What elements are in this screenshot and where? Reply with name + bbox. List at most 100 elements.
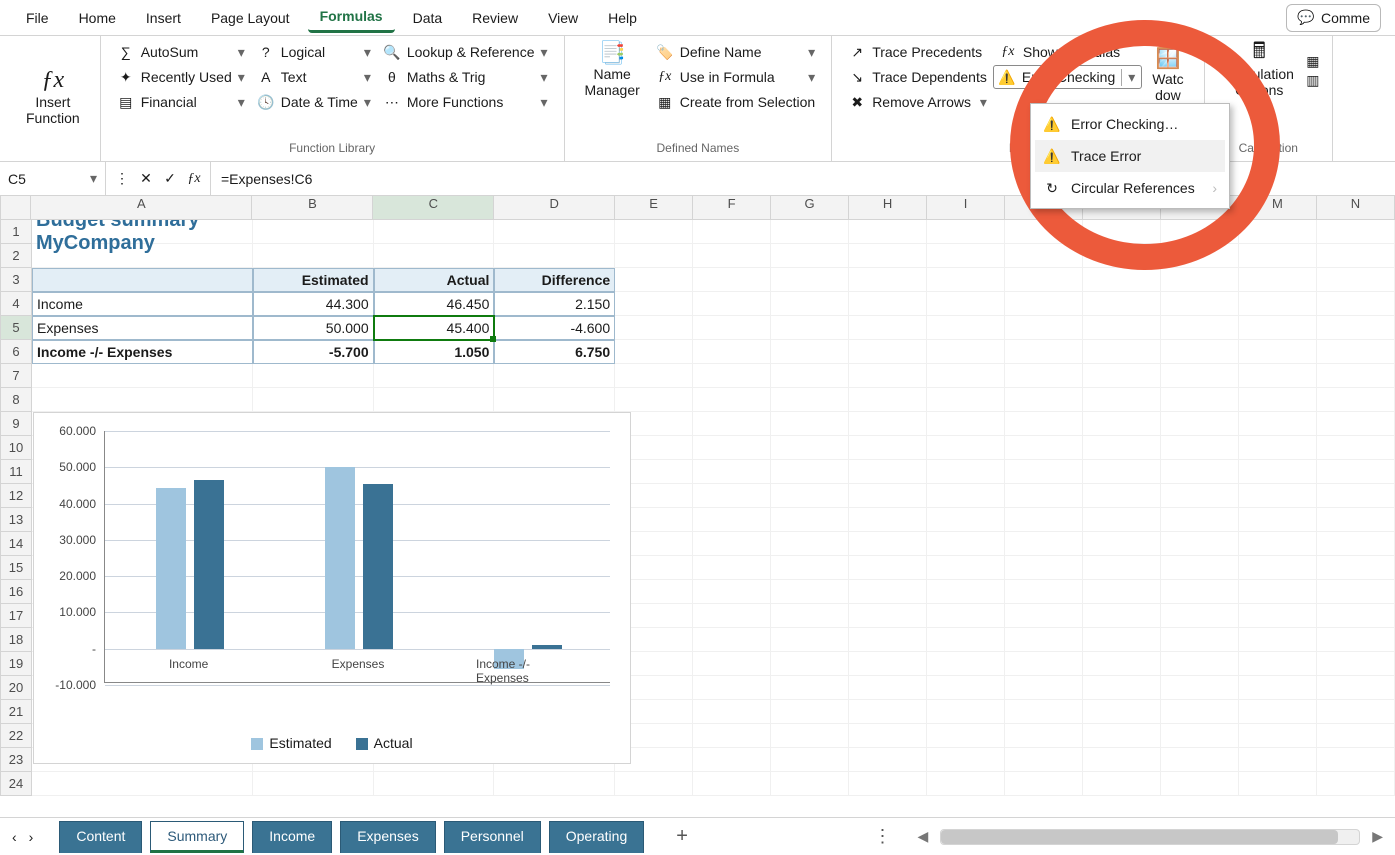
cell-J6[interactable] [1005,340,1083,364]
cell-N11[interactable] [1317,460,1395,484]
menu-tab-file[interactable]: File [14,4,61,32]
cell-G19[interactable] [771,652,849,676]
row-header-11[interactable]: 11 [0,460,32,484]
cell-H18[interactable] [849,628,927,652]
cell-G9[interactable] [771,412,849,436]
cell-K24[interactable] [1083,772,1161,796]
cell-A3[interactable] [32,268,253,292]
cell-N6[interactable] [1317,340,1395,364]
row-header-22[interactable]: 22 [0,724,32,748]
cell-J9[interactable] [1005,412,1083,436]
cell-M13[interactable] [1239,508,1317,532]
cell-H2[interactable] [849,244,927,268]
cell-B5[interactable]: 50.000 [253,316,374,340]
new-sheet-button[interactable]: + [676,825,688,848]
cell-I2[interactable] [927,244,1005,268]
cell-J14[interactable] [1005,532,1083,556]
cell-L5[interactable] [1161,316,1239,340]
cell-H12[interactable] [849,484,927,508]
cell-K9[interactable] [1083,412,1161,436]
calc-now-icon[interactable]: ▦ [1304,53,1322,71]
cell-F6[interactable] [693,340,771,364]
row-header-16[interactable]: 16 [0,580,32,604]
cell-G8[interactable] [771,388,849,412]
cell-H7[interactable] [849,364,927,388]
col-header-G[interactable]: G [771,196,849,220]
remove-arrows-button[interactable]: ✖Remove Arrows▾ [842,90,993,114]
cell-N22[interactable] [1317,724,1395,748]
cell-H22[interactable] [849,724,927,748]
cell-J1[interactable] [1005,220,1083,244]
sheet-tab-income[interactable]: Income [252,821,332,853]
col-header-D[interactable]: D [494,196,615,220]
cell-I22[interactable] [927,724,1005,748]
row-header-19[interactable]: 19 [0,652,32,676]
cell-G18[interactable] [771,628,849,652]
more-functions-button[interactable]: ⋯More Functions▾ [377,90,554,114]
menu-tab-insert[interactable]: Insert [134,4,193,32]
cell-C4[interactable]: 46.450 [374,292,495,316]
cell-J3[interactable] [1005,268,1083,292]
cell-F10[interactable] [693,436,771,460]
cell-N2[interactable] [1317,244,1395,268]
cell-B2[interactable] [253,244,374,268]
cell-A7[interactable] [32,364,253,388]
cell-I18[interactable] [927,628,1005,652]
cell-L14[interactable] [1161,532,1239,556]
cell-L19[interactable] [1161,652,1239,676]
cell-F16[interactable] [693,580,771,604]
cell-G12[interactable] [771,484,849,508]
cell-N13[interactable] [1317,508,1395,532]
cell-J19[interactable] [1005,652,1083,676]
cell-J17[interactable] [1005,604,1083,628]
select-all-corner[interactable] [0,196,31,220]
cell-F7[interactable] [693,364,771,388]
cell-A24[interactable] [32,772,253,796]
cell-L20[interactable] [1161,676,1239,700]
cell-L10[interactable] [1161,436,1239,460]
cell-M24[interactable] [1239,772,1317,796]
financial-button[interactable]: ▤Financial▾ [111,90,251,114]
sheet-tab-content[interactable]: Content [59,821,142,853]
cell-E8[interactable] [615,388,693,412]
row-header-10[interactable]: 10 [0,436,32,460]
cell-G5[interactable] [771,316,849,340]
cell-M16[interactable] [1239,580,1317,604]
row-header-6[interactable]: 6 [0,340,32,364]
cell-G4[interactable] [771,292,849,316]
cell-E3[interactable] [615,268,693,292]
name-manager-button[interactable]: 📑 Name Manager [575,40,650,102]
cell-M9[interactable] [1239,412,1317,436]
scrollbar-thumb[interactable] [941,830,1338,844]
cell-F12[interactable] [693,484,771,508]
cell-A6[interactable]: Income -/- Expenses [32,340,253,364]
cell-H24[interactable] [849,772,927,796]
insert-function-button[interactable]: ƒx Insert Function [16,68,90,130]
cell-K15[interactable] [1083,556,1161,580]
sheet-nav-prev[interactable]: ‹ [12,829,17,845]
cell-K12[interactable] [1083,484,1161,508]
row-header-23[interactable]: 23 [0,748,32,772]
cell-N9[interactable] [1317,412,1395,436]
worksheet-grid[interactable]: ABCDEFGHIJKLMN 1Budget summary MyCompany… [0,196,1395,816]
cell-N16[interactable] [1317,580,1395,604]
cell-N17[interactable] [1317,604,1395,628]
cell-H6[interactable] [849,340,927,364]
cell-D2[interactable] [494,244,615,268]
col-header-B[interactable]: B [252,196,373,220]
cell-H14[interactable] [849,532,927,556]
cell-J12[interactable] [1005,484,1083,508]
row-header-20[interactable]: 20 [0,676,32,700]
cell-N1[interactable] [1317,220,1395,244]
define-name-button[interactable]: 🏷️Define Name▾ [650,40,821,64]
cell-K22[interactable] [1083,724,1161,748]
col-header-H[interactable]: H [849,196,927,220]
row-header-4[interactable]: 4 [0,292,32,316]
cell-C2[interactable] [374,244,495,268]
cell-H16[interactable] [849,580,927,604]
calc-sheet-icon[interactable]: ▥ [1304,72,1322,90]
cell-K19[interactable] [1083,652,1161,676]
cell-H21[interactable] [849,700,927,724]
cell-I20[interactable] [927,676,1005,700]
cell-G13[interactable] [771,508,849,532]
